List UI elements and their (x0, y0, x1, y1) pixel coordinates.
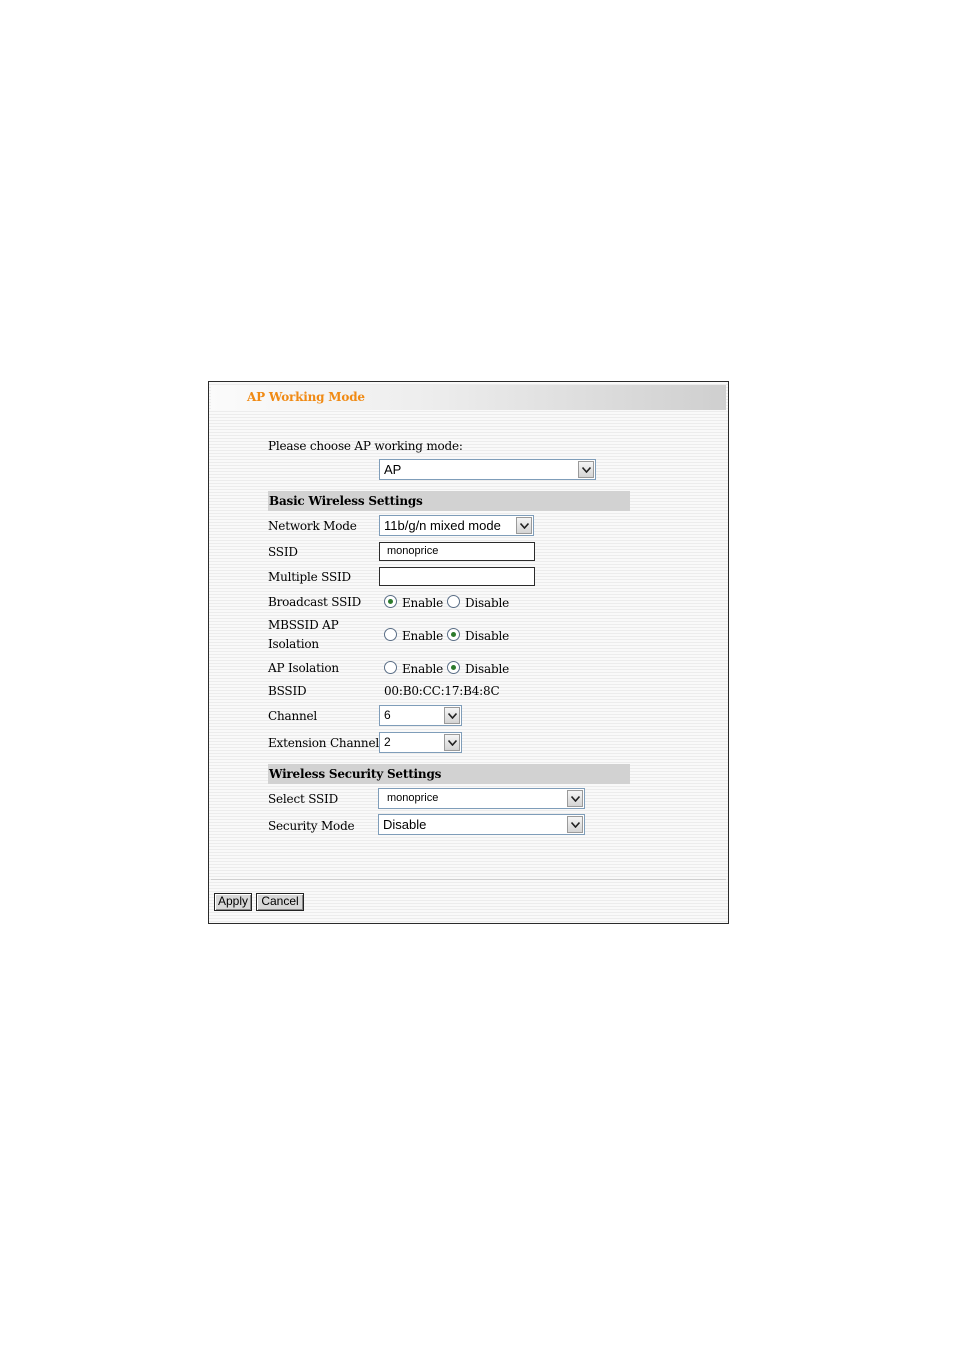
ap-isolation-label: AP Isolation (268, 661, 339, 675)
working-mode-select[interactable]: AP (379, 459, 596, 480)
channel-select[interactable]: 6 (379, 705, 462, 726)
security-mode-select[interactable]: Disable (378, 814, 585, 835)
ap-working-mode-panel: AP Working Mode Please choose AP working… (208, 381, 729, 924)
security-mode-value: Disable (383, 817, 427, 832)
ap-isolation-disable-radio[interactable] (447, 661, 460, 674)
mode-prompt: Please choose AP working mode: (268, 439, 463, 453)
wireless-security-header: Wireless Security Settings (268, 764, 630, 784)
mbssid-isolation-enable-label: Enable (402, 629, 444, 643)
extension-channel-select[interactable]: 2 (379, 732, 462, 753)
ssid-label: SSID (268, 545, 298, 559)
extension-channel-value: 2 (384, 735, 391, 749)
chevron-down-icon[interactable] (567, 790, 583, 807)
select-ssid-select[interactable]: monoprice (378, 788, 585, 809)
security-mode-label: Security Mode (268, 819, 355, 833)
ssid-value: monoprice (387, 545, 439, 557)
network-mode-value: 11b/g/n mixed mode (384, 518, 501, 533)
mbssid-isolation-disable-label: Disable (465, 629, 509, 643)
chevron-down-icon[interactable] (578, 461, 594, 478)
title-bar: AP Working Mode (211, 385, 726, 410)
extension-channel-label: Extension Channel (268, 736, 380, 750)
broadcast-ssid-disable-label: Disable (465, 596, 509, 610)
broadcast-ssid-enable-radio[interactable] (384, 595, 397, 608)
mbssid-isolation-enable-radio[interactable] (384, 628, 397, 641)
cancel-button[interactable]: Cancel (256, 893, 304, 911)
mbssid-isolation-disable-radio[interactable] (447, 628, 460, 641)
bssid-label: BSSID (268, 684, 307, 698)
working-mode-value: AP (384, 462, 402, 477)
ap-isolation-disable-label: Disable (465, 662, 509, 676)
basic-wireless-header: Basic Wireless Settings (268, 491, 630, 511)
chevron-down-icon[interactable] (444, 734, 460, 751)
mbssid-isolation-label-line2: Isolation (268, 637, 319, 651)
mbssid-isolation-label-line1: MBSSID AP (268, 618, 339, 632)
channel-value: 6 (384, 708, 391, 722)
ap-isolation-enable-radio[interactable] (384, 661, 397, 674)
network-mode-label: Network Mode (268, 519, 357, 533)
broadcast-ssid-enable-label: Enable (402, 596, 444, 610)
footer-divider (211, 879, 726, 880)
ap-isolation-enable-label: Enable (402, 662, 444, 676)
ssid-input[interactable]: monoprice (379, 542, 535, 561)
chevron-down-icon[interactable] (567, 816, 583, 833)
wireless-security-heading: Wireless Security Settings (269, 767, 442, 781)
broadcast-ssid-disable-radio[interactable] (447, 595, 460, 608)
chevron-down-icon[interactable] (516, 517, 532, 534)
select-ssid-label: Select SSID (268, 792, 339, 806)
bssid-value: 00:B0:CC:17:B4:8C (384, 684, 500, 698)
channel-label: Channel (268, 709, 318, 723)
multiple-ssid-label: Multiple SSID (268, 570, 351, 584)
chevron-down-icon[interactable] (444, 707, 460, 724)
apply-button[interactable]: Apply (214, 893, 252, 911)
basic-wireless-heading: Basic Wireless Settings (269, 494, 423, 508)
page-title: AP Working Mode (247, 390, 365, 404)
multiple-ssid-input[interactable] (379, 567, 535, 586)
select-ssid-value: monoprice (387, 792, 439, 804)
broadcast-ssid-label: Broadcast SSID (268, 595, 362, 609)
network-mode-select[interactable]: 11b/g/n mixed mode (379, 515, 534, 536)
